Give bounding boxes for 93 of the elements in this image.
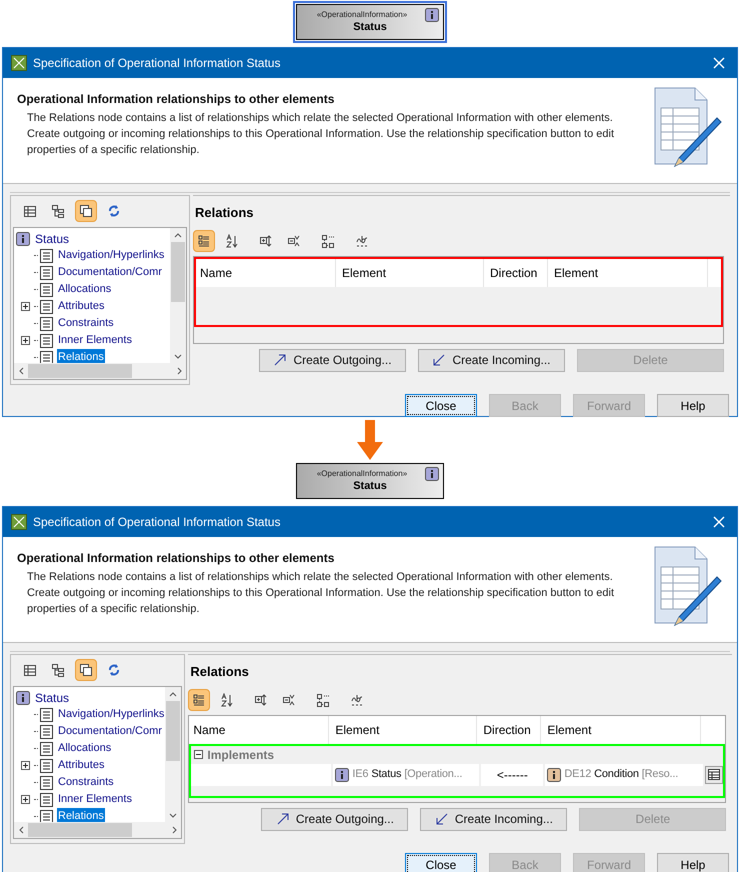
page-icon (40, 792, 53, 806)
action-button[interactable]: Create Incoming... (420, 808, 568, 830)
page-icon (40, 248, 53, 262)
dialog-button[interactable]: Help (657, 853, 729, 872)
page-icon (40, 708, 53, 722)
stereotype-label: «OperationalInformation» (316, 469, 408, 479)
table-cell: <------ (481, 764, 544, 786)
tree-item[interactable]: Documentation/Comr (57, 264, 163, 281)
page-icon (40, 724, 53, 738)
expand-icon[interactable] (20, 336, 30, 345)
scrollbar[interactable] (165, 687, 182, 822)
column-header[interactable]: Element (338, 258, 484, 286)
tree-item[interactable]: Constraints (57, 774, 115, 791)
tree-item[interactable]: Allocations (57, 281, 112, 298)
dialog-button[interactable]: Help (657, 394, 729, 417)
page-icon (40, 758, 53, 772)
app-icon (11, 514, 27, 530)
element-name: Status (353, 479, 387, 493)
page-icon (40, 282, 53, 296)
page-icon (40, 810, 53, 822)
page-icon (40, 266, 53, 280)
column-header[interactable]: Direction (486, 258, 548, 286)
tree-item[interactable]: Navigation/Hyperlinks (57, 247, 166, 264)
table-cell: IE6 Status [Operation... (333, 764, 480, 786)
column-header[interactable]: Element (543, 716, 702, 744)
page-icon (40, 742, 53, 756)
layers-icon[interactable] (75, 200, 97, 222)
collapse-icon[interactable] (194, 750, 204, 759)
tree-item[interactable]: Status (35, 230, 70, 248)
element-name: Status (353, 20, 387, 34)
action-button[interactable]: Create Incoming... (418, 348, 565, 372)
action-button[interactable]: Create Outgoing... (259, 348, 406, 372)
dialog-button[interactable]: Close (405, 853, 477, 872)
element-node[interactable]: «OperationalInformation» Status (293, 1, 447, 43)
arrow-icon (434, 812, 449, 826)
tree-item[interactable]: Inner Elements (57, 332, 133, 349)
expand-icon[interactable] (20, 795, 30, 804)
element-node[interactable]: «OperationalInformation» Status (293, 460, 447, 502)
scrollbar[interactable] (170, 228, 186, 363)
arrow-icon (432, 353, 446, 367)
specification-button[interactable] (705, 766, 724, 784)
header-heading: Operational Information relationships to other elements (17, 550, 336, 567)
action-button[interactable]: Create Outgoing... (261, 808, 408, 830)
info-icon (425, 467, 439, 481)
panel-title: Relations (194, 204, 255, 222)
header-description: The Relations node contains a list of relationships which relate the selected Operational Information with other elements. Create outgoing or incoming relationships to this Operational Information. Use the relationship specification button to edit properties of a specific relationship. (26, 111, 616, 158)
group-icon[interactable] (193, 230, 215, 252)
column-header[interactable]: Name (189, 716, 330, 744)
tree-item[interactable]: Constraints (57, 315, 115, 332)
column-header[interactable]: Element (331, 716, 478, 744)
tree-item[interactable]: Inner Elements (57, 791, 133, 808)
panel-title: Relations (189, 663, 250, 681)
tree-item[interactable]: Relations (57, 349, 105, 363)
scroll-right-icon[interactable] (172, 826, 177, 834)
window-title: Specification of Operational Information Status (33, 55, 280, 72)
group-icon[interactable] (188, 688, 210, 710)
tree-item[interactable]: Relations (57, 808, 105, 822)
tree-item[interactable]: Allocations (57, 740, 112, 757)
header-heading: Operational Information relationships to other elements (17, 91, 336, 108)
column-header[interactable]: Name (196, 258, 336, 286)
expand-icon[interactable] (20, 302, 30, 311)
page-icon (40, 776, 53, 790)
down-arrow-icon (357, 420, 383, 460)
tree-item[interactable]: Attributes (57, 757, 106, 774)
tree-item[interactable]: Attributes (57, 298, 106, 315)
app-icon (11, 55, 27, 71)
scroll-left-icon[interactable] (18, 367, 24, 375)
stereotype-label: «OperationalInformation» (316, 10, 408, 20)
arrow-icon (273, 353, 288, 367)
arrow-icon (276, 812, 290, 826)
page-icon (40, 300, 53, 314)
group-label: Implements (207, 746, 274, 764)
page-icon (40, 316, 53, 330)
header-description: The Relations node contains a list of relationships which relate the selected Operational Information with other elements. Create outgoing or incoming relationships to this Operational Information. Use the relationship specification button to edit properties of a specific relationship. (26, 570, 616, 617)
info-icon (16, 690, 30, 704)
info-icon (425, 8, 439, 22)
dialog-button[interactable]: Close (405, 394, 477, 417)
scroll-right-icon[interactable] (176, 367, 182, 375)
page-icon (40, 350, 53, 363)
horizontal-scrollbar[interactable] (14, 822, 182, 838)
table-cell: DE12 Condition [Reso... (545, 764, 704, 786)
scroll-left-icon[interactable] (18, 826, 24, 834)
column-header[interactable]: Element (550, 258, 708, 286)
horizontal-scrollbar[interactable] (14, 363, 186, 379)
tree-item[interactable]: Documentation/Comr (57, 723, 163, 740)
tree-item[interactable]: Navigation/Hyperlinks (57, 706, 166, 723)
info-icon (16, 232, 30, 246)
page-icon (40, 334, 53, 348)
layers-icon[interactable] (75, 659, 97, 681)
expand-icon[interactable] (20, 761, 30, 770)
tree-item[interactable]: Status (35, 688, 70, 706)
window-title: Specification of Operational Information Status (33, 514, 280, 531)
column-header[interactable]: Direction (479, 716, 542, 744)
